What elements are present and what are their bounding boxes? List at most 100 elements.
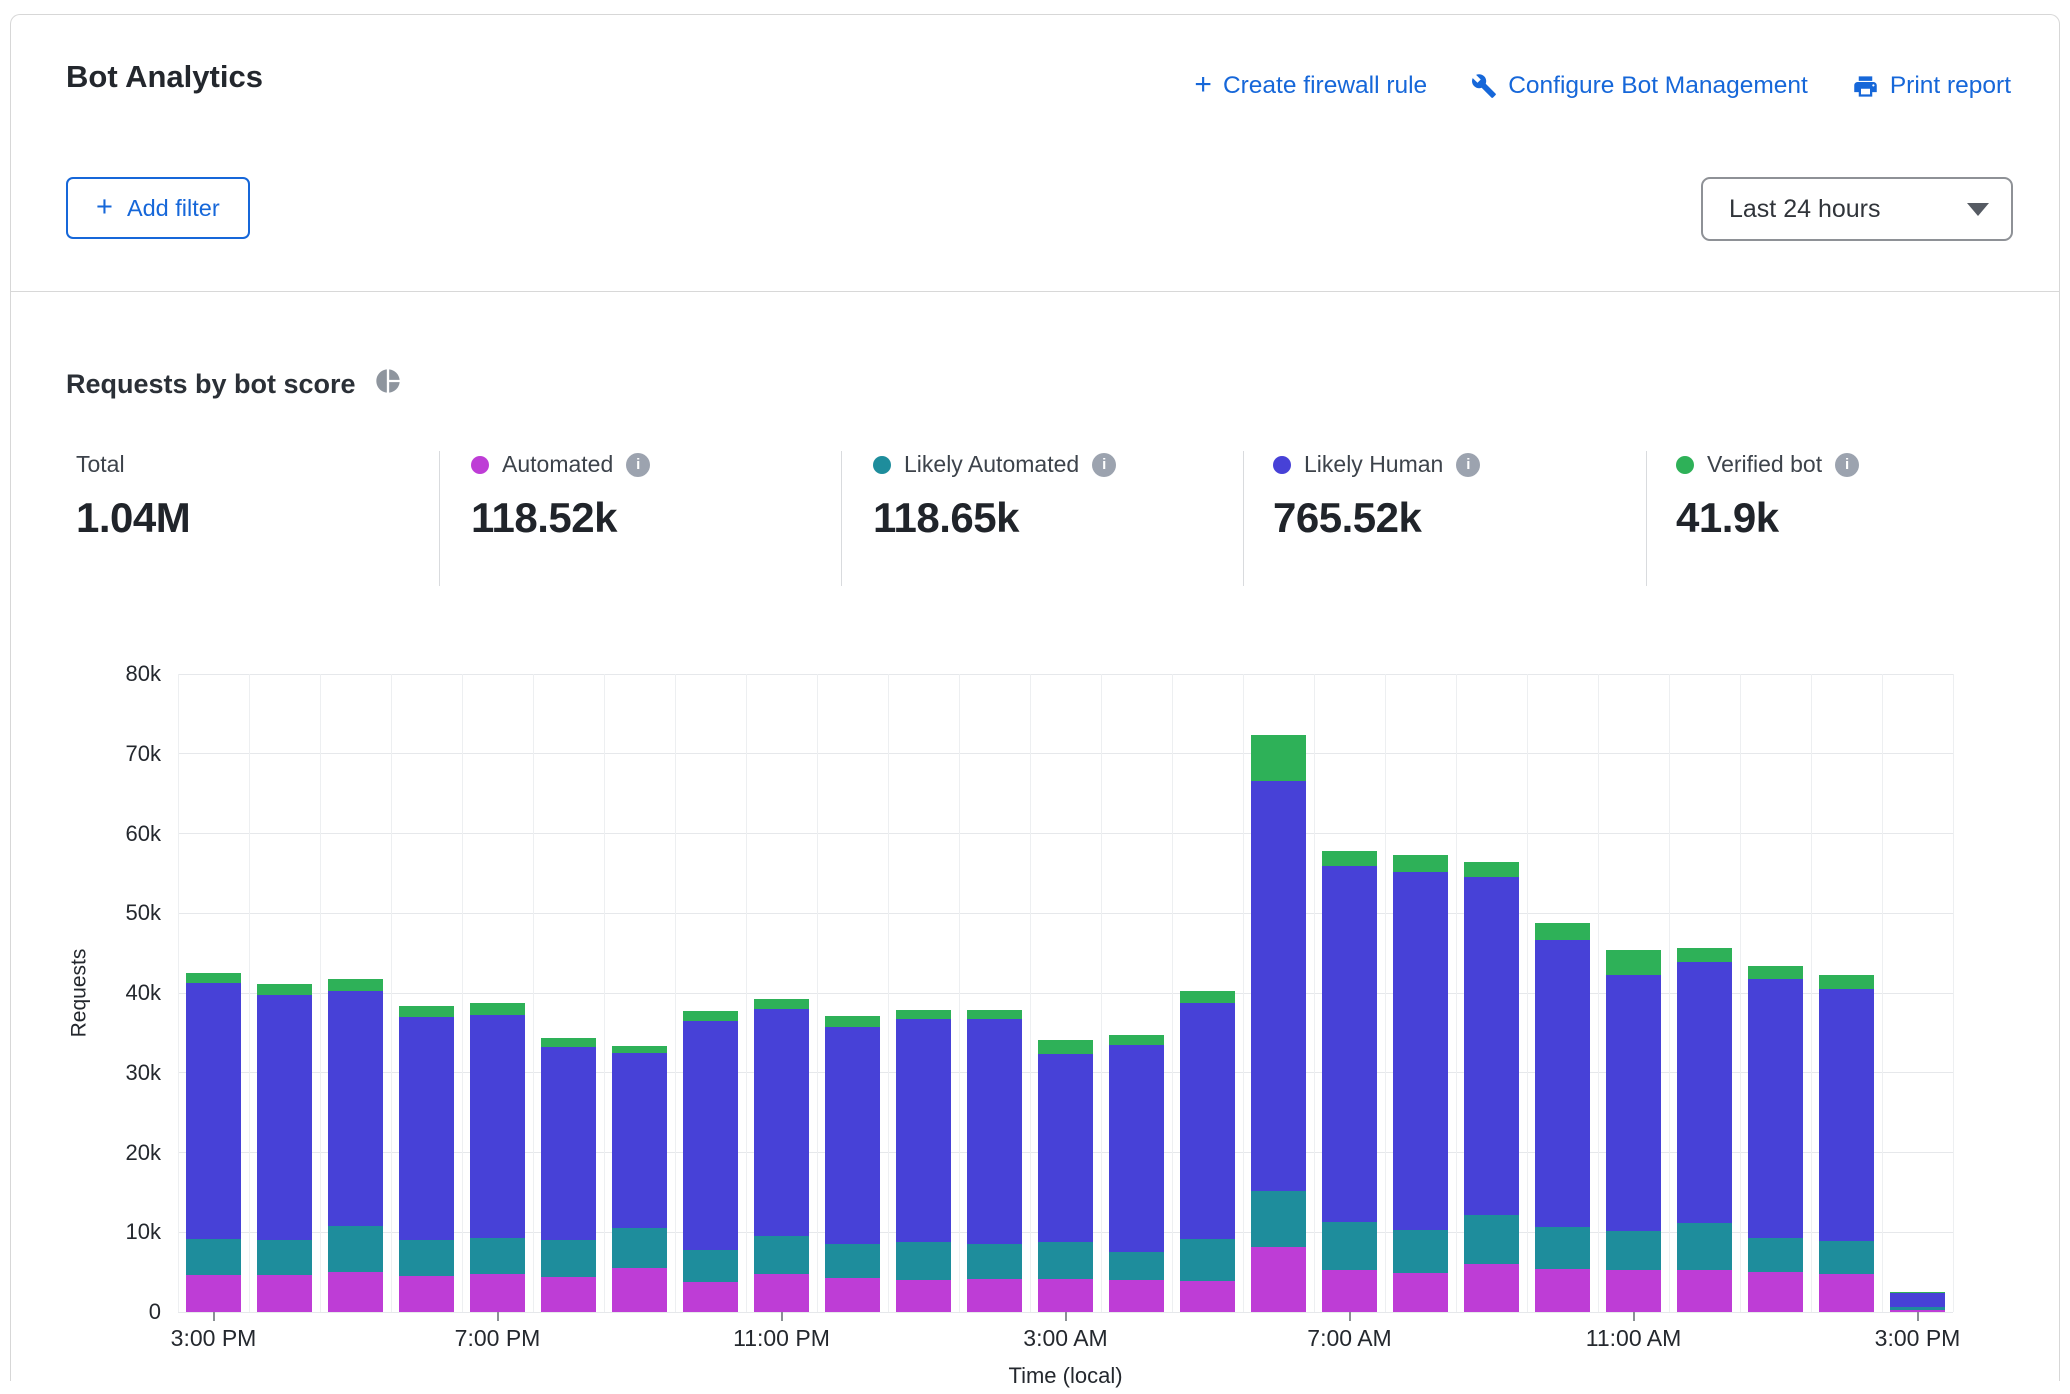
bar-segment-likely-human (1819, 989, 1874, 1241)
bar-3-00-am[interactable] (1038, 1040, 1093, 1312)
bar-11-00-pm[interactable] (754, 999, 809, 1312)
bar-segment-likely-human (1322, 866, 1377, 1222)
bar-segment-likely-automated (257, 1240, 312, 1274)
time-range-select[interactable]: Last 24 hours (1701, 177, 2013, 241)
stat-likely-automated: Likely Automated i 118.65k (873, 451, 1116, 542)
bar-1-00-am[interactable] (896, 1010, 951, 1312)
bar-segment-likely-automated (1393, 1230, 1448, 1273)
bar-segment-automated (399, 1276, 454, 1312)
stat-divider (841, 451, 842, 586)
bar-segment-verified-bot (825, 1016, 880, 1026)
bar-4-00-pm[interactable] (257, 984, 312, 1312)
configure-bot-management-label: Configure Bot Management (1508, 72, 1808, 100)
bar-4-00-am[interactable] (1109, 1035, 1164, 1312)
stat-label-row: Likely Automated i (873, 451, 1116, 478)
bar-1-00-pm[interactable] (1748, 966, 1803, 1312)
bar-5-00-pm[interactable] (328, 979, 383, 1312)
bar-2-00-am[interactable] (967, 1010, 1022, 1312)
bar-segment-verified-bot (1819, 975, 1874, 989)
bar-segment-automated (328, 1272, 383, 1312)
create-firewall-rule-link[interactable]: + Create firewall rule (1194, 71, 1427, 101)
info-icon[interactable]: i (1456, 453, 1480, 477)
bar-segment-likely-human (186, 983, 241, 1239)
bar-segment-verified-bot (1322, 851, 1377, 866)
stat-total-label-row: Total (76, 451, 190, 478)
plot-area (178, 674, 1953, 1312)
bar-segment-automated (1606, 1270, 1661, 1312)
bot-analytics-page: Bot Analytics + Create firewall rule Con… (0, 0, 2070, 1394)
bar-segment-verified-bot (257, 984, 312, 994)
stat-label: Likely Human (1304, 451, 1443, 478)
bar-segment-verified-bot (1180, 991, 1235, 1003)
gridline-vertical (533, 674, 534, 1312)
bar-9-00-pm[interactable] (612, 1046, 667, 1312)
bar-segment-likely-human (1038, 1054, 1093, 1241)
y-tick-label: 10k (126, 1219, 161, 1245)
bar-segment-likely-human (1677, 962, 1732, 1223)
bar-11-00-am[interactable] (1606, 950, 1661, 1312)
bar-segment-likely-automated (1464, 1215, 1519, 1264)
bar-segment-verified-bot (328, 979, 383, 991)
gridline-vertical (1953, 674, 1954, 1312)
stat-label-row: Automated i (471, 451, 650, 478)
stat-likely-human: Likely Human i 765.52k (1273, 451, 1480, 542)
bar-segment-automated (257, 1275, 312, 1312)
gridline-horizontal (178, 913, 1953, 914)
bar-segment-likely-human (470, 1015, 525, 1238)
bar-12-00-am[interactable] (825, 1016, 880, 1312)
gridline-vertical (746, 674, 747, 1312)
bar-5-00-am[interactable] (1180, 991, 1235, 1312)
x-axis-ticks (178, 1312, 1953, 1322)
stat-label: Likely Automated (904, 451, 1079, 478)
bar-segment-automated (1535, 1269, 1590, 1312)
plus-icon: + (96, 193, 113, 222)
bar-segment-automated (896, 1280, 951, 1312)
bar-segment-likely-human (1748, 979, 1803, 1237)
gridline-vertical (462, 674, 463, 1312)
bar-10-00-pm[interactable] (683, 1011, 738, 1312)
pie-chart-icon (374, 367, 402, 402)
bar-3-00-pm[interactable] (1890, 1292, 1945, 1312)
bar-segment-likely-automated (186, 1239, 241, 1275)
bar-10-00-am[interactable] (1535, 923, 1590, 1312)
bar-2-00-pm[interactable] (1819, 975, 1874, 1312)
bar-6-00-pm[interactable] (399, 1006, 454, 1312)
bar-segment-likely-human (1251, 781, 1306, 1191)
bar-segment-likely-human (1464, 877, 1519, 1214)
bar-segment-likely-automated (967, 1244, 1022, 1278)
add-filter-button[interactable]: + Add filter (66, 177, 250, 239)
bar-segment-verified-bot (186, 973, 241, 983)
bar-segment-likely-automated (1677, 1223, 1732, 1270)
bar-segment-automated (683, 1282, 738, 1312)
bar-segment-verified-bot (754, 999, 809, 1009)
bar-8-00-pm[interactable] (541, 1038, 596, 1312)
bar-7-00-am[interactable] (1322, 851, 1377, 1312)
info-icon[interactable]: i (626, 453, 650, 477)
bar-6-00-am[interactable] (1251, 735, 1306, 1312)
info-icon[interactable]: i (1092, 453, 1116, 477)
bar-segment-verified-bot (1606, 950, 1661, 975)
stat-divider (439, 451, 440, 586)
y-tick-label: 80k (126, 661, 161, 687)
bar-segment-likely-automated (541, 1240, 596, 1277)
x-tick (497, 1312, 499, 1321)
configure-bot-management-link[interactable]: Configure Bot Management (1471, 72, 1808, 100)
stat-verified-bot: Verified bot i 41.9k (1676, 451, 1859, 542)
chevron-down-icon (1967, 203, 1989, 216)
add-filter-label: Add filter (127, 195, 220, 222)
bar-8-00-am[interactable] (1393, 855, 1448, 1312)
bar-segment-likely-automated (896, 1242, 951, 1280)
bar-segment-automated (967, 1279, 1022, 1312)
bar-3-00-pm[interactable] (186, 973, 241, 1312)
bar-12-00-pm[interactable] (1677, 948, 1732, 1312)
bar-segment-likely-automated (1251, 1191, 1306, 1248)
gridline-vertical (178, 674, 179, 1312)
stat-label-row: Likely Human i (1273, 451, 1480, 478)
print-report-link[interactable]: Print report (1852, 72, 2011, 100)
bar-9-00-am[interactable] (1464, 862, 1519, 1312)
bar-7-00-pm[interactable] (470, 1003, 525, 1312)
stat-label: Verified bot (1707, 451, 1822, 478)
x-axis-tick-labels: 3:00 PM7:00 PM11:00 PM3:00 AM7:00 AM11:0… (178, 1325, 1953, 1355)
info-icon[interactable]: i (1835, 453, 1859, 477)
y-tick-label: 60k (126, 821, 161, 847)
